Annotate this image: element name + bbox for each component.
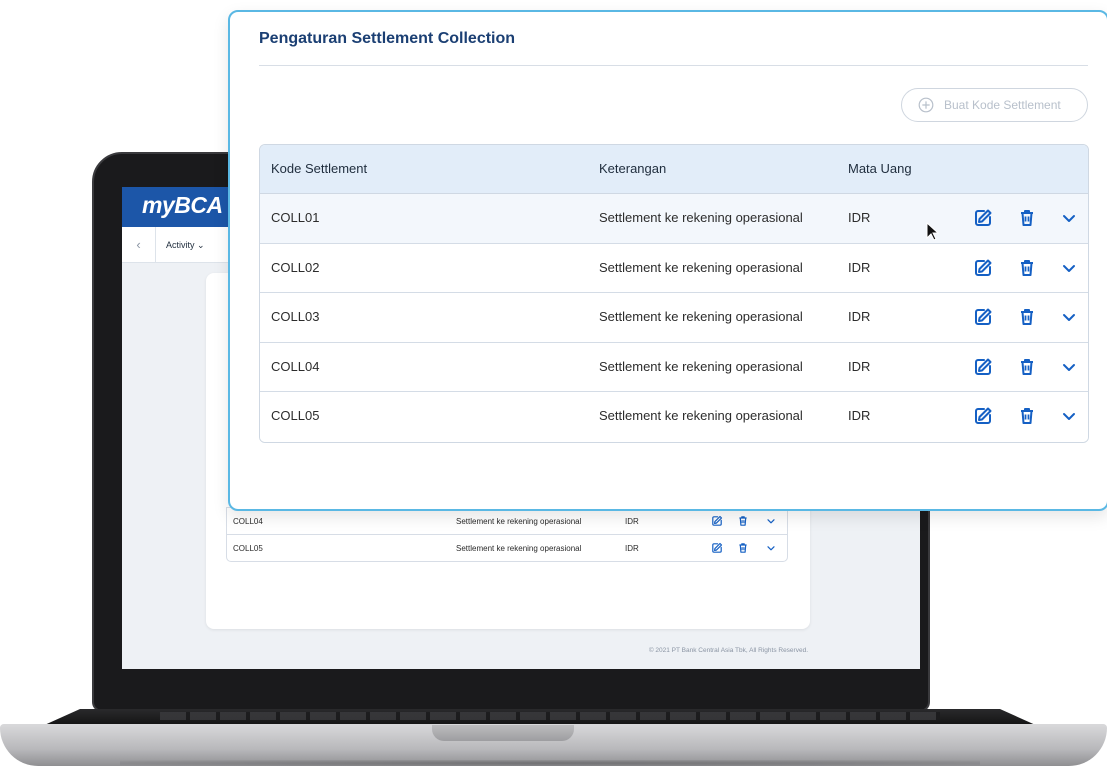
- mini-code: COLL04: [233, 517, 263, 526]
- trash-icon[interactable]: [737, 542, 749, 554]
- cell-code: COLL03: [271, 309, 320, 324]
- settlement-table: Kode Settlement Keterangan Mata Uang COL…: [259, 144, 1089, 443]
- create-settlement-button[interactable]: Buat Kode Settlement: [901, 88, 1088, 122]
- cell-desc: Settlement ke rekening operasional: [599, 309, 803, 324]
- mini-desc: Settlement ke rekening operasional: [456, 517, 582, 526]
- plus-circle-icon: [918, 97, 934, 113]
- edit-icon[interactable]: [973, 307, 993, 327]
- nav-activity[interactable]: Activity ⌄: [166, 227, 205, 263]
- cell-code: COLL02: [271, 259, 320, 275]
- chevron-left-icon[interactable]: ‹: [122, 227, 156, 263]
- mybca-logo[interactable]: myBCA: [142, 192, 223, 219]
- chevron-down-icon[interactable]: [765, 542, 777, 554]
- table-row[interactable]: COLL03 Settlement ke rekening operasiona…: [260, 293, 1088, 343]
- trash-icon[interactable]: [1017, 406, 1037, 426]
- mini-currency: IDR: [625, 544, 639, 553]
- table-row[interactable]: COLL01 Settlement ke rekening operasiona…: [260, 194, 1088, 244]
- mini-currency: IDR: [625, 517, 639, 526]
- settlement-panel: Pengaturan Settlement Collection Buat Ko…: [228, 10, 1107, 511]
- mini-table: COLL04 Settlement ke rekening operasiona…: [226, 507, 788, 562]
- trash-icon[interactable]: [1017, 357, 1037, 377]
- cell-currency: IDR: [848, 309, 871, 324]
- laptop-notch: [432, 725, 574, 741]
- mouse-cursor-icon: [926, 222, 940, 241]
- chevron-down-icon[interactable]: [765, 515, 777, 527]
- column-header-currency: Mata Uang: [848, 161, 912, 176]
- cell-code: COLL04: [271, 358, 320, 374]
- chevron-down-icon[interactable]: [1059, 258, 1079, 278]
- laptop-shadow: [120, 760, 980, 766]
- divider: [259, 65, 1088, 66]
- edit-icon[interactable]: [973, 406, 993, 426]
- stage: myBCA ‹ Activity ⌄ COLL04 Settlement ke …: [0, 0, 1107, 766]
- trash-icon[interactable]: [1017, 307, 1037, 327]
- edit-icon[interactable]: [973, 208, 993, 228]
- table-header: Kode Settlement Keterangan Mata Uang: [260, 145, 1088, 194]
- table-row[interactable]: COLL04 Settlement ke rekening operasiona…: [260, 342, 1088, 392]
- trash-icon[interactable]: [1017, 208, 1037, 228]
- cell-desc: Settlement ke rekening operasional: [599, 408, 803, 423]
- edit-icon[interactable]: [711, 515, 723, 527]
- chevron-down-icon[interactable]: [1059, 357, 1079, 377]
- trash-icon[interactable]: [737, 515, 749, 527]
- edit-icon[interactable]: [973, 258, 993, 278]
- trash-icon[interactable]: [1017, 258, 1037, 278]
- mini-code: COLL05: [233, 544, 263, 553]
- cell-desc: Settlement ke rekening operasional: [599, 210, 803, 225]
- edit-icon[interactable]: [973, 357, 993, 377]
- mini-desc: Settlement ke rekening operasional: [456, 544, 582, 553]
- cell-desc: Settlement ke rekening operasional: [599, 358, 803, 374]
- page-title: Pengaturan Settlement Collection: [259, 30, 516, 47]
- cell-code: COLL05: [271, 408, 320, 423]
- cell-code: COLL01: [271, 210, 320, 225]
- laptop-keyboard: [160, 712, 940, 720]
- cell-currency: IDR: [848, 259, 871, 275]
- chevron-down-icon[interactable]: [1059, 307, 1079, 327]
- cell-currency: IDR: [848, 358, 871, 374]
- mini-actions: [711, 542, 781, 556]
- column-header-code: Kode Settlement: [271, 161, 368, 176]
- table-row[interactable]: COLL02 Settlement ke rekening operasiona…: [260, 243, 1088, 293]
- chevron-down-icon[interactable]: [1059, 406, 1079, 426]
- table-row[interactable]: COLL04 Settlement ke rekening operasiona…: [227, 507, 787, 534]
- edit-icon[interactable]: [711, 542, 723, 554]
- chevron-down-icon[interactable]: [1059, 208, 1079, 228]
- column-header-desc: Keterangan: [599, 161, 667, 176]
- footer-copyright: © 2021 PT Bank Central Asia Tbk, All Rig…: [648, 647, 808, 654]
- table-row[interactable]: COLL05 Settlement ke rekening operasiona…: [260, 392, 1088, 442]
- cell-desc: Settlement ke rekening operasional: [599, 259, 803, 275]
- table-row[interactable]: COLL05 Settlement ke rekening operasiona…: [227, 534, 787, 561]
- cell-currency: IDR: [848, 408, 871, 423]
- mini-actions: [711, 515, 781, 529]
- cell-currency: IDR: [848, 210, 871, 225]
- create-button-label: Buat Kode Settlement: [944, 98, 1061, 112]
